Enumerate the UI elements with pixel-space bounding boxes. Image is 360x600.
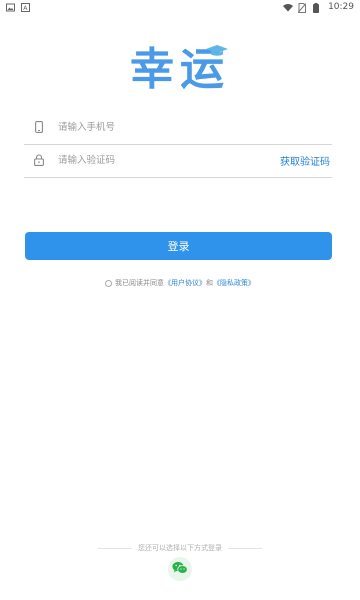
code-field: 获取验证码 xyxy=(24,143,332,178)
wifi-icon xyxy=(283,3,294,12)
phone-field xyxy=(24,110,332,145)
svg-text:A: A xyxy=(23,5,28,12)
user-agreement-link[interactable]: 《用户协议》 xyxy=(164,278,206,288)
status-bar: A 10:29 xyxy=(0,0,360,14)
other-login-label: 您还可以选择以下方式登录 xyxy=(138,544,222,552)
phone-icon xyxy=(32,120,46,134)
gallery-icon xyxy=(6,3,15,12)
app-logo: 幸运 xyxy=(0,40,360,95)
get-code-button[interactable]: 获取验证码 xyxy=(280,153,330,168)
battery-icon xyxy=(313,2,322,13)
divider-right xyxy=(228,547,262,549)
wechat-login-button[interactable] xyxy=(168,557,192,581)
agreement-row: 我已阅读并同意 《用户协议》 和 《隐私政策》 xyxy=(0,278,360,288)
status-time: 10:29 xyxy=(328,2,354,12)
code-input[interactable] xyxy=(56,153,280,167)
agreement-radio[interactable] xyxy=(105,279,112,287)
text-a-icon: A xyxy=(21,2,30,12)
wechat-icon xyxy=(172,560,188,579)
privacy-policy-link[interactable]: 《隐私政策》 xyxy=(213,278,255,288)
agreement-and: 和 xyxy=(206,279,213,287)
other-login-divider: 您还可以选择以下方式登录 xyxy=(0,543,360,553)
phone-input[interactable] xyxy=(56,120,332,134)
login-button[interactable]: 登录 xyxy=(25,232,332,260)
agreement-prefix: 我已阅读并同意 xyxy=(115,279,164,287)
no-sim-icon xyxy=(297,2,307,13)
divider-left xyxy=(98,547,132,549)
lock-icon xyxy=(32,153,46,167)
graduation-cap-icon xyxy=(206,42,228,61)
status-bar-left: A xyxy=(6,2,30,12)
status-bar-right: 10:29 xyxy=(283,2,354,13)
